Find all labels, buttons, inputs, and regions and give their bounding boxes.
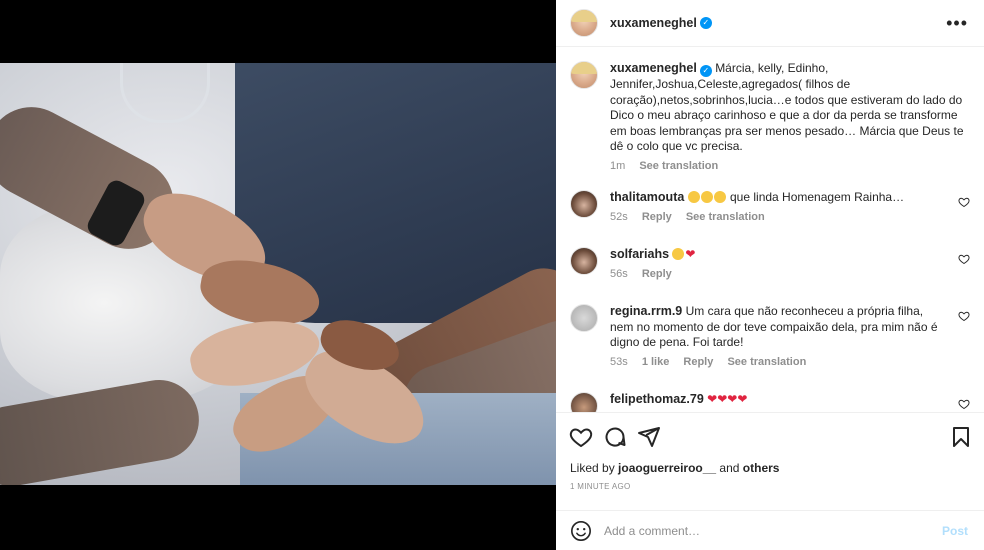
- post-side-panel: xuxameneghel ✓ ••• xuxameneghel ✓ Márcia,…: [556, 0, 984, 550]
- comment-age: 52s: [610, 210, 628, 223]
- verified-badge-icon: ✓: [699, 65, 712, 77]
- reply-button[interactable]: Reply: [642, 268, 672, 280]
- photo-pane: [0, 0, 556, 550]
- comment-username[interactable]: thalitamouta: [610, 190, 684, 204]
- liked-by-others[interactable]: others: [743, 461, 780, 475]
- post-caption: xuxameneghel ✓ Márcia, kelly, Edinho, Jen…: [570, 61, 970, 174]
- see-translation-button[interactable]: See translation: [686, 211, 765, 223]
- post-actions-bar: Liked by joaoguerreiroo__ and others: [556, 412, 984, 475]
- commenter-avatar[interactable]: [570, 304, 598, 332]
- comment-meta: 56s Reply: [610, 267, 940, 283]
- author-avatar[interactable]: [570, 9, 598, 37]
- emoji-smiley-icon[interactable]: [570, 520, 592, 542]
- post-timestamp: 1 MINUTE AGO: [570, 482, 631, 491]
- post-comment-button[interactable]: Post: [942, 524, 968, 538]
- comment-likes[interactable]: 1 like: [642, 356, 670, 368]
- comment-username[interactable]: solfariahs: [610, 247, 669, 261]
- comment-item: felipethomaz.79 ❤❤❤❤: [570, 392, 970, 412]
- comment-item: regina.rrm.9 Um cara que não reconheceu …: [570, 304, 970, 370]
- comment-item: solfariahs ❤ 56s Reply: [570, 247, 970, 282]
- comments-list[interactable]: xuxameneghel ✓ Márcia, kelly, Edinho, Jen…: [556, 47, 984, 412]
- instagram-post-modal: xuxameneghel ✓ ••• xuxameneghel ✓ Márcia,…: [0, 0, 984, 550]
- verified-badge-icon: ✓: [699, 17, 712, 29]
- commenter-avatar[interactable]: [570, 190, 598, 218]
- red-heart-emoji-icon: ❤: [685, 247, 696, 261]
- caption-meta: 1m See translation: [610, 159, 965, 175]
- like-comment-heart-icon[interactable]: [958, 310, 970, 322]
- red-heart-emoji-icon: ❤: [707, 392, 718, 406]
- comment-username[interactable]: regina.rrm.9: [610, 304, 682, 318]
- liked-by-user[interactable]: joaoguerreiroo__: [618, 461, 716, 475]
- caption-author-avatar[interactable]: [570, 61, 598, 89]
- like-comment-heart-icon[interactable]: [958, 398, 970, 410]
- commenter-avatar[interactable]: [570, 392, 598, 412]
- photo-arm: [0, 373, 206, 485]
- add-comment-input[interactable]: [604, 523, 924, 538]
- comment-text: que linda Homenagem Rainha…: [730, 190, 905, 204]
- raised-hands-emoji-icon: [687, 191, 700, 203]
- comment-meta: 53s 1 like Reply See translation: [610, 355, 940, 371]
- clap-emoji-icon: [700, 191, 713, 203]
- red-heart-emoji-icon: ❤: [717, 392, 728, 406]
- comment-item: thalitamouta que linda Homenagem Rainha……: [570, 190, 970, 225]
- caption-age: 1m: [610, 159, 626, 172]
- reply-button[interactable]: Reply: [683, 356, 713, 368]
- liked-by-prefix: Liked by: [570, 461, 615, 475]
- reply-button[interactable]: Reply: [642, 211, 672, 223]
- sad-face-emoji-icon: [672, 248, 685, 260]
- comment-bubble-icon[interactable]: [603, 425, 627, 449]
- clap-emoji-icon: [713, 191, 726, 203]
- like-comment-heart-icon[interactable]: [958, 196, 970, 208]
- comment-age: 53s: [610, 355, 628, 368]
- liked-by-and: and: [719, 461, 740, 475]
- more-options-icon[interactable]: •••: [946, 13, 968, 34]
- comment-username[interactable]: felipethomaz.79: [610, 392, 704, 406]
- like-comment-heart-icon[interactable]: [958, 253, 970, 265]
- share-paper-plane-icon[interactable]: [637, 425, 661, 449]
- caption-username[interactable]: xuxameneghel: [610, 61, 697, 75]
- photo-tube: [120, 63, 210, 123]
- caption-see-translation[interactable]: See translation: [639, 160, 718, 172]
- author-username[interactable]: xuxameneghel: [610, 16, 697, 30]
- comment-meta: 52s Reply See translation: [610, 210, 940, 226]
- comment-age: 56s: [610, 267, 628, 280]
- liked-by-line: Liked by joaoguerreiroo__ and others: [570, 461, 779, 475]
- save-bookmark-icon[interactable]: [949, 425, 973, 449]
- add-comment-bar: Post: [556, 510, 984, 550]
- see-translation-button[interactable]: See translation: [727, 356, 806, 368]
- red-heart-emoji-icon: ❤: [727, 392, 738, 406]
- like-heart-icon[interactable]: [569, 425, 593, 449]
- commenter-avatar[interactable]: [570, 247, 598, 275]
- post-photo[interactable]: [0, 63, 556, 485]
- red-heart-emoji-icon: ❤: [737, 392, 748, 406]
- post-header: xuxameneghel ✓ •••: [556, 0, 984, 47]
